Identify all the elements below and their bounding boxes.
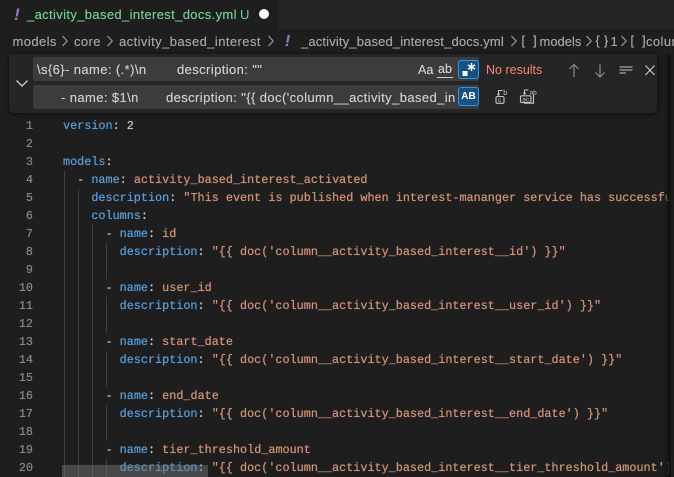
svg-text:b: b [503,90,507,97]
svg-text:ac: ac [522,97,530,104]
